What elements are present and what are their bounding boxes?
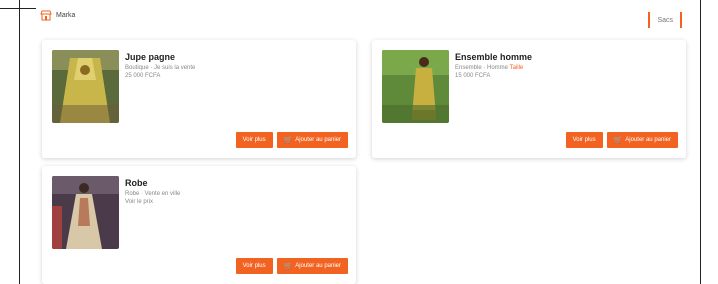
view-more-button[interactable]: Voir plus	[235, 258, 273, 274]
app-header: Marka Sacs	[40, 8, 682, 34]
product-image[interactable]	[52, 50, 119, 123]
brand-name: Marka	[56, 12, 76, 19]
add-to-cart-button[interactable]: 🛒 Ajouter au panier	[606, 132, 678, 148]
add-to-cart-button[interactable]: 🛒 Ajouter au panier	[276, 258, 348, 274]
add-to-cart-label: Ajouter au panier	[625, 137, 671, 143]
product-card: Jupe pagne Boutique · Je suis la vente 2…	[42, 40, 356, 158]
cart-button[interactable]: Sacs	[648, 12, 682, 28]
product-title: Jupe pagne	[125, 52, 176, 62]
add-to-cart-label: Ajouter au panier	[295, 263, 341, 269]
cart-label: Sacs	[657, 16, 673, 24]
frame-line-right	[700, 0, 701, 284]
product-price: 15 000 FCFA	[455, 73, 491, 79]
frame-line-top	[0, 8, 36, 9]
product-image[interactable]	[382, 50, 449, 123]
cart-icon: 🛒	[283, 136, 293, 144]
view-more-label: Voir plus	[242, 263, 266, 269]
view-more-button[interactable]: Voir plus	[235, 132, 273, 148]
product-detail: Boutique · Je suis la vente	[125, 65, 196, 71]
frame-line-left	[19, 0, 20, 284]
product-card: Robe Robe · Vente en ville Voir le prix …	[42, 166, 356, 284]
product-detail: Ensemble · Homme Taille	[455, 65, 524, 71]
view-more-button[interactable]: Voir plus	[565, 132, 603, 148]
brand[interactable]: Marka	[40, 10, 75, 21]
product-price: Voir le prix	[125, 199, 154, 205]
cart-icon: 🛒	[613, 136, 623, 144]
add-to-cart-label: Ajouter au panier	[295, 137, 341, 143]
add-to-cart-button[interactable]: 🛒 Ajouter au panier	[276, 132, 348, 148]
shop-icon	[40, 10, 52, 21]
product-detail: Robe · Vente en ville	[125, 191, 181, 197]
product-price: 25 000 FCFA	[125, 73, 161, 79]
product-title: Ensemble homme	[455, 52, 533, 62]
product-image[interactable]	[52, 176, 119, 249]
view-more-label: Voir plus	[242, 137, 266, 143]
cart-icon: 🛒	[283, 262, 293, 270]
view-more-label: Voir plus	[572, 137, 596, 143]
product-title: Robe	[125, 178, 148, 188]
product-card: Ensemble homme Ensemble · Homme Taille 1…	[372, 40, 686, 158]
